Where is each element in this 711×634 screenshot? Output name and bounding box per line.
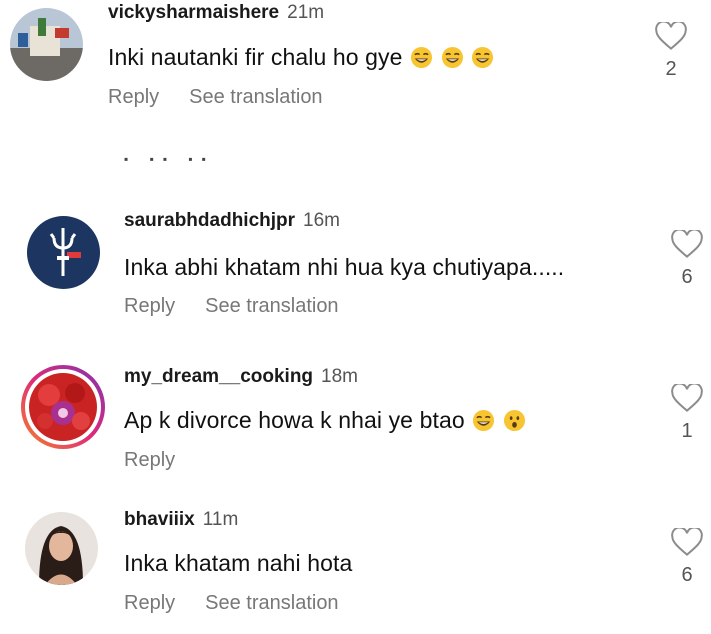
avatar-vickysharmaishere[interactable] [10, 8, 83, 81]
comment-time: 16m [303, 210, 340, 231]
comment-time: 18m [321, 366, 358, 387]
reply-button[interactable]: Reply [108, 86, 159, 108]
comment-username[interactable]: vickysharmaishere 21m [108, 2, 324, 24]
comment-1: vickysharmaishere 21m Inki nautanki fir c… [0, 0, 711, 130]
avatar-photo [27, 216, 100, 289]
avatar-saurabhdadhichjpr[interactable] [27, 216, 100, 289]
username-text[interactable]: vickysharmaishere [108, 2, 279, 23]
see-translation-button[interactable]: See translation [205, 592, 338, 614]
comment-actions: Reply [124, 449, 205, 472]
comment-body: Inka khatam nahi hota [124, 550, 353, 576]
avatar-bhaviiix[interactable] [25, 512, 98, 585]
heart-icon[interactable] [671, 230, 703, 258]
like-count[interactable]: 6 [667, 266, 707, 289]
comment-time: 21m [287, 2, 325, 23]
comment-4: bhaviiix 11m Inka khatam nahi hota Reply S… [0, 500, 711, 634]
like-control: 6 [667, 230, 707, 289]
comment-body: Inka abhi khatam nhi hua kya chutiyapa..… [124, 254, 565, 280]
comment-body: Ap k divorce howa k nhai ye btao [124, 407, 465, 433]
comment-actions: Reply See translation [124, 295, 369, 318]
comment-actions: Reply See translation [108, 86, 353, 109]
username-text[interactable]: my_dream__cooking [124, 366, 313, 387]
like-control: 2 [651, 22, 691, 81]
laugh-emoji-icon [441, 46, 463, 69]
comment-2: saurabhdadhichjpr 16m Inka abhi khatam nh… [0, 200, 711, 330]
comment-text: Inka khatam nahi hota [124, 550, 352, 577]
heart-icon[interactable] [671, 384, 703, 412]
laugh-emoji-icon [471, 46, 494, 69]
comment-username[interactable]: my_dream__cooking 18m [124, 366, 358, 388]
see-translation-button[interactable]: See translation [205, 295, 338, 317]
comment-body: Inki nautanki fir chalu ho gye [108, 44, 403, 70]
heart-icon[interactable] [655, 22, 687, 50]
hidden-comment-edge: ▪ ▪▪ ▪▪ [124, 152, 215, 166]
avatar-my-dream-cooking[interactable] [21, 365, 105, 449]
username-text[interactable]: bhaviiix [124, 509, 195, 530]
see-translation-button[interactable]: See translation [189, 86, 322, 108]
comment-username[interactable]: bhaviiix 11m [124, 509, 238, 531]
reply-button[interactable]: Reply [124, 449, 175, 471]
comment-text: Inka abhi khatam nhi hua kya chutiyapa..… [124, 254, 564, 281]
like-count[interactable]: 2 [651, 58, 691, 81]
comment-text: Ap k divorce howa k nhai ye btao [124, 407, 526, 434]
reply-button[interactable]: Reply [124, 295, 175, 317]
laugh-emoji-icon [410, 46, 433, 69]
like-count[interactable]: 6 [667, 564, 707, 587]
surprised-emoji-icon [503, 409, 525, 432]
comment-actions: Reply See translation [124, 592, 369, 615]
comment-text: Inki nautanki fir chalu ho gye [108, 44, 494, 71]
username-text[interactable]: saurabhdadhichjpr [124, 210, 295, 231]
like-count[interactable]: 1 [667, 420, 707, 443]
avatar-photo [25, 512, 98, 585]
comment-3: my_dream__cooking 18m Ap k divorce howa k… [0, 360, 711, 490]
avatar-photo [10, 8, 83, 81]
avatar-photo [29, 373, 97, 441]
comment-time: 11m [202, 509, 239, 530]
reply-button[interactable]: Reply [124, 592, 175, 614]
like-control: 1 [667, 384, 707, 443]
heart-icon[interactable] [671, 528, 703, 556]
comment-username[interactable]: saurabhdadhichjpr 16m [124, 210, 340, 232]
laugh-emoji-icon [473, 409, 495, 432]
like-control: 6 [667, 528, 707, 587]
